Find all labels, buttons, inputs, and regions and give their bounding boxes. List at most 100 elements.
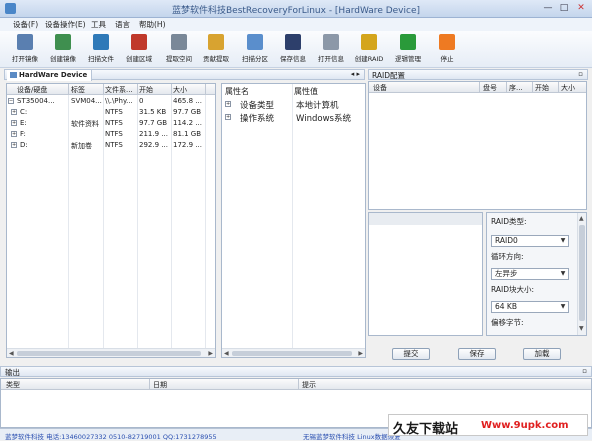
col-raid-size[interactable]: 大小 (561, 83, 575, 93)
toolbar-button-0[interactable]: 打开镜像 (8, 33, 42, 66)
device-name: C: (20, 108, 28, 116)
raid-member-list[interactable] (368, 212, 483, 336)
toolbar-label: 扫描文件 (88, 55, 114, 63)
col-raid-device[interactable]: 设备 (373, 83, 387, 93)
toolbar-button-3[interactable]: 创建区域 (122, 33, 156, 66)
toolbar-label: 扫描分区 (242, 55, 268, 63)
open-info-icon (323, 34, 339, 50)
toolbar-button-10[interactable]: 逻辑管理 (391, 33, 425, 66)
scan-file-icon (93, 34, 109, 50)
toolbar-button-11[interactable]: 停止 (430, 33, 464, 66)
direction-value: 左异步 (495, 269, 518, 278)
device-label: 软件资料 (71, 120, 99, 128)
table-row[interactable]: + D: 新加卷 NTFS 292.9 ... 172.9 ... (7, 140, 215, 151)
toolbar-button-6[interactable]: 扫描分区 (238, 33, 272, 66)
logic-manage-icon (400, 34, 416, 50)
raid-type-select[interactable]: RAID0 ▼ (491, 235, 569, 247)
raid-type-value: RAID0 (495, 236, 518, 245)
col-filesystem[interactable]: 文件系... (105, 85, 136, 95)
toolbar-button-7[interactable]: 保存信息 (276, 33, 310, 66)
watermark-url: Www.9upk.com (481, 420, 569, 431)
menu-device[interactable]: 设备(F) (13, 19, 38, 30)
table-row[interactable]: + E: 软件资料 NTFS 97.7 GB 114.2 ... (7, 118, 215, 129)
toolbar-button-2[interactable]: 扫描文件 (84, 33, 118, 66)
col-size[interactable]: 大小 (173, 85, 203, 95)
menu-device-ops[interactable]: 设备操作(E) (45, 19, 86, 30)
device-list: 设备/硬盘 标签 文件系... 开始 大小 − ST35004... SVM04..… (6, 83, 216, 358)
close-button[interactable]: ✕ (574, 2, 588, 15)
table-row[interactable]: − ST35004... SVM04... \\.\Phy... 0 465.8 ... (7, 96, 215, 107)
load-button[interactable]: 加载 (523, 348, 561, 360)
expand-icon[interactable]: + (225, 114, 231, 120)
submit-button[interactable]: 提交 (392, 348, 430, 360)
raid-settings-vscroll[interactable]: ▲ ▼ (577, 213, 586, 335)
col-prop-name[interactable]: 属性名 (225, 86, 249, 97)
stop-icon (439, 34, 455, 50)
block-size-value: 64 KB (495, 302, 517, 311)
collapse-icon[interactable]: − (8, 98, 14, 104)
save-button[interactable]: 保存 (458, 348, 496, 360)
device-list-hscroll[interactable]: ◀ ▶ (7, 348, 215, 357)
col-device[interactable]: 设备/硬盘 (17, 85, 67, 95)
col-type[interactable]: 类型 (6, 380, 20, 390)
menu-tools[interactable]: 工具 (91, 19, 106, 30)
contribute-extract-icon (208, 34, 224, 50)
minimize-button[interactable]: — (541, 2, 555, 15)
site-watermark: 久友下载站 Www.9upk.com (388, 414, 588, 437)
save-info-icon (285, 34, 301, 50)
toolbar-button-4[interactable]: 提取空间 (162, 33, 196, 66)
output-panel-header: 输出 ▫ (0, 366, 592, 377)
property-row[interactable]: + 设备类型 本地计算机 (222, 98, 365, 111)
menu-language[interactable]: 语言 (115, 19, 130, 30)
toolbar-button-9[interactable]: 创建RAID (352, 33, 386, 66)
raid-pin-icon[interactable]: ▫ (578, 70, 583, 78)
device-size: 465.8 ... (173, 97, 202, 105)
props-hscroll[interactable]: ◀ ▶ (222, 348, 365, 357)
device-start: 97.7 GB (139, 119, 168, 127)
property-row[interactable]: + 操作系统 Windows系统 (222, 111, 365, 124)
expand-icon[interactable]: + (225, 101, 231, 107)
col-date[interactable]: 日期 (153, 380, 167, 390)
maximize-button[interactable]: □ (557, 2, 571, 15)
tab-hardware-device[interactable]: HardWare Device (7, 70, 93, 81)
toolbar-label: 打开镜像 (12, 55, 38, 63)
toolbar-label: 贡献提取 (203, 55, 229, 63)
toolbar-label: 打开信息 (318, 55, 344, 63)
create-image-icon (55, 34, 71, 50)
expand-icon[interactable]: + (11, 131, 17, 137)
col-raid-start[interactable]: 开始 (535, 83, 549, 93)
col-start[interactable]: 开始 (139, 85, 169, 95)
chevron-down-icon: ▼ (560, 303, 566, 310)
direction-select[interactable]: 左异步 ▼ (491, 268, 569, 280)
device-filesystem: NTFS (105, 141, 123, 149)
col-label[interactable]: 标签 (71, 85, 101, 95)
expand-icon[interactable]: + (11, 142, 17, 148)
device-start: 211.9 ... (139, 130, 168, 138)
output-pin-icon[interactable]: ▫ (582, 367, 587, 375)
toolbar-button-1[interactable]: 创建镜像 (46, 33, 80, 66)
watermark-text: 久友下载站 (393, 422, 459, 437)
col-disk-no[interactable]: 盘号 (483, 83, 497, 93)
direction-label: 循环方向: (491, 252, 524, 261)
expand-icon[interactable]: + (11, 120, 17, 126)
tab-scroll-arrows[interactable]: ◂ ▸ (351, 70, 360, 78)
col-seq[interactable]: 序... (509, 83, 523, 93)
property-name: 设备类型 (240, 101, 275, 111)
toolbar-label: 提取空间 (166, 55, 192, 63)
table-row[interactable]: + F: NTFS 211.9 ... 81.1 GB (7, 129, 215, 140)
expand-icon[interactable]: + (11, 109, 17, 115)
toolbar-button-8[interactable]: 打开信息 (314, 33, 348, 66)
device-name: ST35004... (17, 97, 55, 105)
col-hint[interactable]: 提示 (302, 380, 316, 390)
chevron-down-icon: ▼ (560, 237, 566, 244)
toolbar-button-5[interactable]: 贡献提取 (199, 33, 233, 66)
col-prop-value[interactable]: 属性值 (294, 86, 318, 97)
menu-help[interactable]: 帮助(H) (139, 19, 166, 30)
device-list-header: 设备/硬盘 标签 文件系... 开始 大小 (7, 84, 215, 95)
raid-device-list: 设备 盘号 序... 开始 大小 (368, 81, 587, 210)
block-size-select[interactable]: 64 KB ▼ (491, 301, 569, 313)
table-row[interactable]: + C: NTFS 31.5 KB 97.7 GB (7, 107, 215, 118)
device-filesystem: NTFS (105, 108, 123, 116)
tab-label: HardWare Device (19, 71, 88, 79)
device-name: D: (20, 141, 28, 149)
